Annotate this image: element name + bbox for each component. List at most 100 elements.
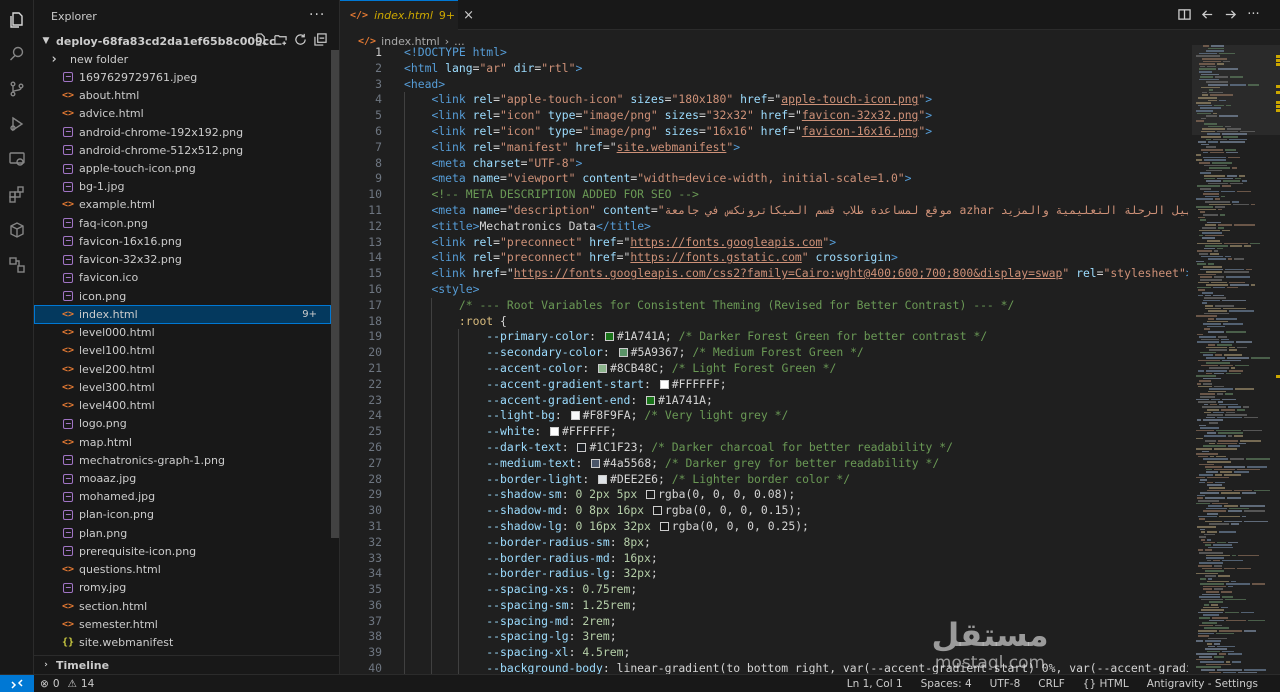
file-tree-item[interactable]: favicon-32x32.png <box>34 251 331 269</box>
color-swatch[interactable] <box>591 458 601 468</box>
extensions-icon[interactable] <box>5 183 29 207</box>
file-tree-item[interactable]: favicon-16x16.png <box>34 232 331 250</box>
file-tree-item[interactable]: <> level300.html <box>34 378 331 396</box>
minimap-line <box>1199 71 1212 73</box>
minimap-line <box>1198 549 1203 551</box>
file-tree-item[interactable]: android-chrome-512x512.png <box>34 141 331 159</box>
file-name: favicon.ico <box>79 271 139 285</box>
file-tree-item[interactable]: <> advice.html <box>34 105 331 123</box>
file-tree-item[interactable]: mechatronics-graph-1.png <box>34 451 331 469</box>
collapse-all-icon[interactable] <box>313 32 327 46</box>
remote-explorer-icon[interactable] <box>5 147 29 171</box>
sidebar-scrollbar[interactable] <box>331 50 339 538</box>
file-tree-item[interactable]: prerequisite-icon.png <box>34 542 331 560</box>
minimap-line <box>1203 377 1221 380</box>
minimap-line <box>1203 266 1222 268</box>
code-line: 29 --shadow-sm: 0 2px 5px rgba(0, 0, 0, … <box>340 487 1188 503</box>
file-tree-item[interactable]: icon.png <box>34 287 331 305</box>
file-tree-item[interactable]: plan.png <box>34 524 331 542</box>
file-tree-item[interactable]: › new folder <box>34 50 331 68</box>
file-tree-item[interactable]: <> level200.html <box>34 360 331 378</box>
file-tree-item[interactable]: <> level100.html <box>34 342 331 360</box>
file-tree-item[interactable]: romy.jpg <box>34 579 331 597</box>
search-icon[interactable] <box>5 42 29 66</box>
code-token: ; <box>650 566 658 581</box>
file-tree-item[interactable]: 1697629729761.jpeg <box>34 68 331 86</box>
minimap[interactable] <box>1192 45 1272 674</box>
go-back-icon[interactable] <box>1201 7 1214 21</box>
file-tree-item[interactable]: faq-icon.png <box>34 214 331 232</box>
file-tree-item[interactable]: <> level000.html <box>34 324 331 342</box>
more-icon[interactable]: ··· <box>1247 7 1260 22</box>
color-swatch[interactable] <box>652 506 662 516</box>
remote-indicator[interactable] <box>0 674 34 692</box>
code-token: rel <box>472 108 494 123</box>
file-tree-item[interactable]: <> about.html <box>34 86 331 104</box>
file-tree-item[interactable]: bg-1.jpg <box>34 178 331 196</box>
file-tree-item[interactable]: <> map.html <box>34 433 331 451</box>
indentation[interactable]: Spaces: 4 <box>921 678 972 690</box>
file-tree-item[interactable]: logo.png <box>34 415 331 433</box>
file-tree-item[interactable]: <> index.html 9+ <box>34 305 331 324</box>
file-tree-item[interactable]: <> example.html <box>34 196 331 214</box>
file-tree-item[interactable]: <> semester.html <box>34 615 331 633</box>
file-tree-item[interactable]: <> questions.html <box>34 561 331 579</box>
problems-indicator[interactable]: ⊗ 0 ⚠ 14 <box>40 678 94 690</box>
color-swatch[interactable] <box>570 411 580 421</box>
file-name: icon.png <box>79 289 127 303</box>
dependencies-icon[interactable] <box>5 253 29 277</box>
code-token: > <box>890 250 898 265</box>
minimap-line <box>1205 648 1227 650</box>
minimap-line <box>1206 507 1227 510</box>
more-actions-button[interactable]: ··· <box>309 8 325 26</box>
editor-scrollbar[interactable] <box>1272 45 1280 674</box>
explorer-icon[interactable] <box>5 8 29 32</box>
color-swatch[interactable] <box>598 474 608 484</box>
minimap-line <box>1229 507 1249 510</box>
minimap-line <box>1236 341 1252 343</box>
file-tree-item[interactable]: {} site.webmanifest <box>34 634 331 652</box>
color-swatch[interactable] <box>659 379 669 389</box>
split-editor-icon[interactable] <box>1178 7 1191 21</box>
color-swatch[interactable] <box>659 521 669 531</box>
timeline-section[interactable]: › Timeline <box>34 655 340 674</box>
line-ending[interactable]: CRLF <box>1038 678 1065 690</box>
refresh-icon[interactable] <box>293 32 307 46</box>
code-editor[interactable]: 1 <!DOCTYPE html> 2 <html lang="ar" dir="rt… <box>340 45 1188 674</box>
color-swatch[interactable] <box>646 395 656 405</box>
file-tree-item[interactable]: favicon.ico <box>34 269 331 287</box>
antigravity-settings[interactable]: Antigravity - Settings <box>1147 678 1258 690</box>
cursor-position[interactable]: Ln 1, Col 1 <box>847 678 903 690</box>
file-tree-item[interactable]: <> section.html <box>34 597 331 615</box>
file-name: level400.html <box>79 399 155 413</box>
file-tree-item[interactable]: <> level400.html <box>34 396 331 414</box>
code-token: = <box>698 123 706 138</box>
color-swatch[interactable] <box>618 348 628 358</box>
minimap-line <box>1201 338 1219 341</box>
tab-index-html[interactable]: </> index.html 9+ × <box>340 0 474 30</box>
file-tree-item[interactable]: apple-touch-icon.png <box>34 159 331 177</box>
minimap-line <box>1223 60 1230 63</box>
color-swatch[interactable] <box>598 363 608 373</box>
color-swatch[interactable] <box>646 490 656 500</box>
color-swatch[interactable] <box>577 442 587 452</box>
file-tree-item[interactable]: android-chrome-192x192.png <box>34 123 331 141</box>
encoding[interactable]: UTF-8 <box>990 678 1021 690</box>
file-tree-item[interactable]: plan-icon.png <box>34 506 331 524</box>
file-tree-item[interactable]: moaaz.jpg <box>34 469 331 487</box>
color-swatch[interactable] <box>550 427 560 437</box>
minimap-line <box>1208 331 1224 333</box>
minimap-line <box>1244 669 1266 671</box>
new-folder-icon[interactable] <box>273 32 287 46</box>
source-control-icon[interactable] <box>5 77 29 101</box>
minimap-line <box>1196 55 1220 57</box>
package-icon[interactable] <box>5 218 29 242</box>
go-forward-icon[interactable] <box>1224 7 1237 21</box>
close-icon[interactable]: × <box>463 8 474 23</box>
color-swatch[interactable] <box>604 332 614 342</box>
run-debug-icon[interactable] <box>5 112 29 136</box>
file-tree-item[interactable]: mohamed.jpg <box>34 488 331 506</box>
new-file-icon[interactable] <box>253 32 267 46</box>
language-mode[interactable]: {} HTML <box>1083 678 1129 690</box>
